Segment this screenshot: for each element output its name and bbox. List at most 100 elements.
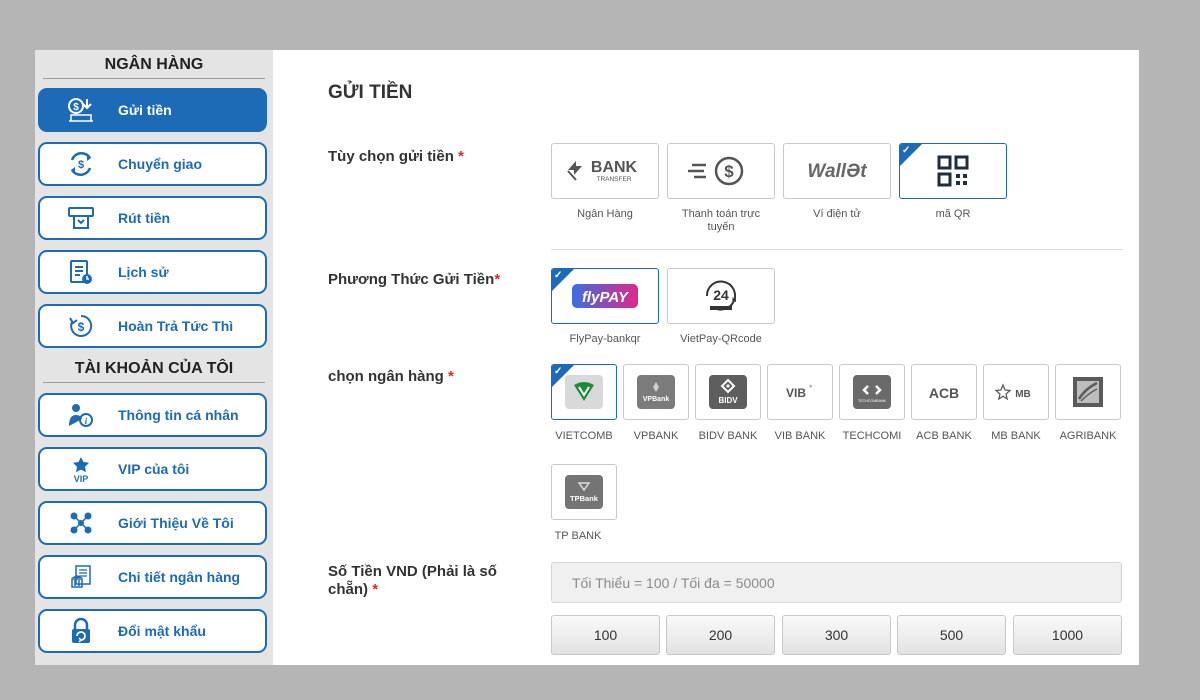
bank-agribank[interactable] bbox=[1055, 364, 1121, 420]
bank-bidv[interactable]: BIDV bbox=[695, 364, 761, 420]
svg-text:$: $ bbox=[78, 159, 84, 171]
svg-text:WallƏt: WallƏt bbox=[807, 161, 867, 182]
svg-text:VIB: VIB bbox=[786, 386, 806, 400]
sidebar-item-label: VIP của tôi bbox=[118, 461, 190, 477]
bank-tpbank[interactable]: TPBank bbox=[551, 464, 617, 520]
sidebar-item-personal-info[interactable]: i Thông tin cá nhân bbox=[38, 393, 267, 437]
quick-amount-button[interactable]: 300 bbox=[782, 615, 891, 655]
option-bank-transfer[interactable]: BANK TRANSFER bbox=[551, 143, 659, 199]
vietpay-24h-logo: 24 H bbox=[705, 280, 736, 311]
bank-vib[interactable]: VIB * bbox=[767, 364, 833, 420]
tpbank-logo: TPBank bbox=[565, 475, 603, 509]
bank-caption: BIDV BANK bbox=[698, 430, 758, 442]
agribank-logo bbox=[1073, 377, 1103, 407]
sidebar-item-rebate[interactable]: $ Hoàn Trả Tức Thì bbox=[38, 304, 267, 348]
amount-label: Số Tiền VND (Phải là số chẵn) * bbox=[328, 563, 497, 598]
bank-detail-icon bbox=[62, 562, 100, 592]
option-caption: Ví điện tử bbox=[813, 208, 861, 220]
withdraw-icon bbox=[62, 203, 100, 233]
bank-caption: VIB BANK bbox=[774, 430, 826, 442]
svg-text:MB: MB bbox=[1015, 389, 1031, 400]
svg-text:H: H bbox=[732, 298, 736, 304]
svg-text:TPBank: TPBank bbox=[570, 494, 599, 503]
sidebar-item-label: Chuyển giao bbox=[118, 156, 203, 172]
bank-vpbank[interactable]: VPBank bbox=[623, 364, 689, 420]
sidebar-item-label: Thông tin cá nhân bbox=[118, 407, 239, 423]
deposit-option-label: Tùy chọn gửi tiền * bbox=[328, 148, 464, 165]
bank-select-label: chọn ngân hàng * bbox=[328, 368, 454, 385]
sidebar-item-change-password[interactable]: Đổi mật khẩu bbox=[38, 609, 267, 653]
sidebar-item-deposit[interactable]: $ Gửi tiền bbox=[38, 88, 267, 132]
techcombank-logo: TECHCOMBANK bbox=[853, 375, 891, 409]
quick-amount-button[interactable]: 200 bbox=[666, 615, 775, 655]
lock-icon bbox=[62, 616, 100, 646]
sidebar-item-transfer[interactable]: $ Chuyển giao bbox=[38, 142, 267, 186]
bank-transfer-logo: BANKTRANSFER bbox=[567, 159, 638, 183]
wallet-logo: WallƏt bbox=[807, 161, 867, 182]
option-caption: Ngân Hàng bbox=[577, 208, 633, 220]
svg-text:TRANSFER: TRANSFER bbox=[596, 176, 631, 183]
svg-text:i: i bbox=[85, 416, 88, 426]
bank-techcombank[interactable]: TECHCOMBANK bbox=[839, 364, 905, 420]
vip-icon: VIP bbox=[62, 454, 100, 484]
sidebar-item-label: Đổi mật khẩu bbox=[118, 623, 206, 639]
vib-logo: VIB * bbox=[786, 383, 813, 400]
method-vietpay[interactable]: 24 H bbox=[667, 268, 775, 324]
svg-text:ACB: ACB bbox=[929, 385, 959, 401]
referral-icon bbox=[62, 508, 100, 538]
bidv-logo: BIDV bbox=[709, 375, 747, 409]
bank-caption: TP BANK bbox=[554, 530, 602, 542]
mb-logo: MB bbox=[994, 383, 1031, 401]
online-payment-logo: $ bbox=[688, 156, 744, 186]
history-icon bbox=[62, 257, 100, 287]
quick-amount-button[interactable]: 100 bbox=[551, 615, 660, 655]
quick-amount-button[interactable]: 1000 bbox=[1013, 615, 1122, 655]
transfer-icon: $ bbox=[62, 149, 100, 179]
sidebar-item-history[interactable]: Lịch sử bbox=[38, 250, 267, 294]
svg-text:VIP: VIP bbox=[74, 474, 89, 483]
svg-text:TECHCOMBANK: TECHCOMBANK bbox=[858, 399, 887, 403]
svg-text:VPBank: VPBank bbox=[643, 396, 670, 403]
deposit-form: GỬI TIỀN Tùy chọn gửi tiền * BANK TRANSFE… bbox=[273, 50, 1139, 665]
sidebar-item-withdraw[interactable]: Rút tiền bbox=[38, 196, 267, 240]
option-caption: mã QR bbox=[935, 208, 971, 220]
checkmark-icon: ✓ bbox=[554, 366, 563, 377]
method-flypay[interactable]: ✓ flyPAY bbox=[551, 268, 659, 324]
bank-caption: AGRIBANK bbox=[1059, 430, 1117, 442]
sidebar: NGÂN HÀNG $ Gửi tiền $ Chuyển giao Rút t… bbox=[35, 50, 273, 665]
acb-logo: ACB bbox=[929, 385, 959, 401]
sidebar-item-bank-detail[interactable]: Chi tiết ngân hàng bbox=[38, 555, 267, 599]
option-qr-code[interactable]: ✓ bbox=[899, 143, 1007, 199]
amount-input[interactable] bbox=[551, 562, 1122, 603]
qr-code-icon bbox=[937, 155, 969, 187]
option-caption: Thanh toán trực tuyến bbox=[681, 208, 761, 233]
deposit-panel: NGÂN HÀNG $ Gửi tiền $ Chuyển giao Rút t… bbox=[35, 50, 1139, 665]
checkmark-icon: ✓ bbox=[902, 145, 911, 156]
svg-text:$: $ bbox=[78, 320, 85, 334]
svg-text:*: * bbox=[809, 383, 813, 393]
sidebar-item-label: Chi tiết ngân hàng bbox=[118, 569, 241, 585]
bank-caption: TECHCOMI bbox=[842, 430, 902, 442]
sidebar-item-vip[interactable]: VIP VIP của tôi bbox=[38, 447, 267, 491]
sidebar-item-label: Gửi tiền bbox=[118, 102, 172, 118]
bank-acb[interactable]: ACB bbox=[911, 364, 977, 420]
sidebar-heading-account: TÀI KHOẢN CỦA TÔI bbox=[35, 360, 273, 383]
option-e-wallet[interactable]: WallƏt bbox=[783, 143, 891, 199]
checkmark-icon: ✓ bbox=[554, 270, 563, 281]
sidebar-item-referral[interactable]: Giới Thiệu Về Tôi bbox=[38, 501, 267, 545]
svg-text:$: $ bbox=[724, 162, 734, 181]
bank-mb[interactable]: MB bbox=[983, 364, 1049, 420]
bank-vietcombank[interactable]: ✓ bbox=[551, 364, 617, 420]
option-online-payment[interactable]: $ bbox=[667, 143, 775, 199]
sidebar-item-label: Lịch sử bbox=[118, 264, 169, 280]
quick-amount-button[interactable]: 500 bbox=[897, 615, 1006, 655]
deposit-method-label: Phương Thức Gửi Tiền* bbox=[328, 271, 501, 288]
svg-text:$: $ bbox=[73, 102, 79, 113]
vpbank-logo: VPBank bbox=[637, 375, 675, 409]
bank-caption: MB BANK bbox=[991, 430, 1041, 442]
svg-text:flyPAY: flyPAY bbox=[582, 289, 630, 306]
bank-caption: VIETCOMB bbox=[555, 430, 613, 442]
svg-text:BIDV: BIDV bbox=[718, 396, 738, 405]
svg-text:24: 24 bbox=[713, 287, 729, 303]
sidebar-item-label: Rút tiền bbox=[118, 210, 171, 226]
